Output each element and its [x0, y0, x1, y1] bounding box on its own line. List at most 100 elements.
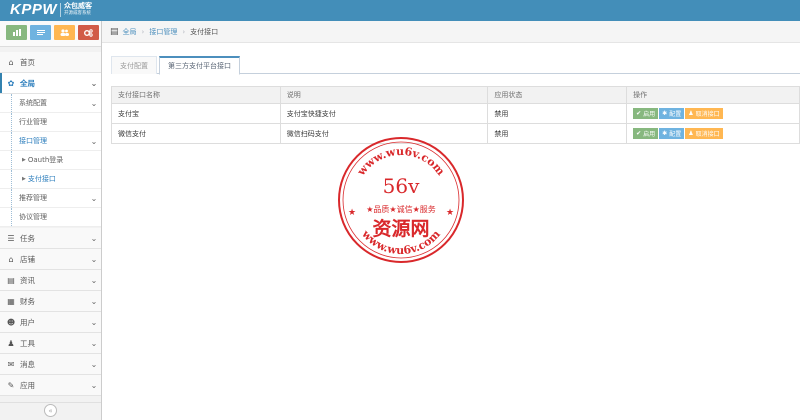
sidebar-subitem-label: 系统配置 [19, 99, 47, 107]
breadcrumb-home-link[interactable]: 全局 [123, 27, 137, 37]
users-icon [60, 29, 69, 36]
gear-icon: ✿ [7, 78, 15, 88]
caret-right-icon: ▶ [22, 176, 26, 182]
cell-status: 禁用 [487, 123, 628, 144]
check-icon: ✔ [636, 130, 642, 137]
column-header-desc: 说明 [279, 86, 489, 104]
star-icon: ★ [348, 208, 356, 218]
enable-label: 启用 [643, 111, 656, 118]
breadcrumb-separator-icon: › [141, 27, 145, 36]
sidebar-subitem-interface[interactable]: 接口管理 ⌄ [0, 132, 101, 151]
cell-ops: ✔ 启用 ✱ 配置 ♟ 取消接口 [626, 123, 800, 144]
sidebar-item-label: 资讯 [20, 275, 35, 285]
sidebar-subitem-industry[interactable]: 行业管理 [0, 113, 101, 132]
double-chevron-left-icon: « [48, 406, 53, 415]
disable-label: 取消接口 [695, 131, 720, 138]
user-icon: ♟ [688, 130, 694, 137]
sidebar-subsubitem-payment[interactable]: ▶ 支付接口 [0, 170, 101, 189]
sidebar-item-apps[interactable]: ✎ 应用 ⌄ [0, 375, 101, 396]
sidebar-item-task[interactable]: ☰ 任务 ⌄ [0, 228, 101, 249]
sidebar-subitem-recommend[interactable]: 推荐管理 ⌄ [0, 189, 101, 208]
enable-button[interactable]: ✔ 启用 [633, 128, 659, 139]
brand-name: 众包威客 [64, 1, 92, 10]
column-header-ops: 操作 [626, 86, 800, 104]
chevron-down-icon: ⌄ [90, 359, 98, 369]
bar-chart-icon: ▦ [7, 296, 15, 306]
chevron-down-icon: ⌄ [90, 254, 98, 264]
star-icon: ★ [446, 208, 454, 218]
sidebar-subsubitem-oauth[interactable]: ▶ Oauth登录 [0, 151, 101, 170]
sidebar-item-global[interactable]: ✿ 全局 ⌄ [0, 73, 101, 94]
column-header-status: 应用状态 [487, 86, 628, 104]
sidebar-subsubitem-label: Oauth登录 [27, 156, 64, 164]
sidebar-item-label: 用户 [20, 317, 35, 327]
edit-shortcut-button[interactable] [30, 25, 51, 40]
sidebar-subitem-label: 推荐管理 [19, 194, 47, 202]
home-icon: ⌂ [8, 254, 14, 264]
cogs-icon [84, 28, 93, 37]
sidebar-collapse-bar: « [0, 402, 101, 417]
asterisk-icon: ✱ [662, 130, 668, 137]
sidebar-item-finance[interactable]: ▦ 财务 ⌄ [0, 291, 101, 312]
tab-payment-config[interactable]: 支付配置 [111, 56, 157, 74]
sidebar-subitem-agreement[interactable]: 协议管理 [0, 208, 101, 227]
cell-status: 禁用 [487, 103, 628, 124]
list-icon: ☰ [7, 233, 15, 243]
asterisk-icon: ✱ [662, 110, 668, 117]
users-icon: ☻ [6, 317, 16, 327]
settings-shortcut-button[interactable] [78, 25, 99, 40]
chevron-down-icon: ⌄ [90, 98, 98, 108]
logo-text: KPPW [10, 1, 57, 18]
sidebar-item-label: 工具 [20, 338, 35, 348]
user-icon: ♟ [7, 338, 15, 348]
sidebar-item-message[interactable]: ✉ 消息 ⌄ [0, 354, 101, 375]
sidebar-item-home[interactable]: ⌂ 首页 [0, 52, 101, 73]
cell-ops: ✔ 启用 ✱ 配置 ♟ 取消接口 [626, 103, 800, 124]
brand-logo[interactable]: KPPW 众包威客 开源威客系统 [10, 2, 92, 17]
sidebar-item-label: 消息 [20, 359, 35, 369]
tab-third-party-payment[interactable]: 第三方支付平台接口 [159, 56, 240, 75]
envelope-icon: ✉ [7, 359, 15, 369]
chevron-down-icon: ⌄ [90, 233, 98, 243]
chevron-down-icon: ⌄ [90, 275, 98, 285]
users-shortcut-button[interactable] [54, 25, 75, 40]
sidebar-item-news[interactable]: ▤ 资讯 ⌄ [0, 270, 101, 291]
cell-name: 微信支付 [111, 123, 281, 144]
stats-shortcut-button[interactable] [6, 25, 27, 40]
breadcrumb-current: 支付接口 [190, 27, 219, 36]
sidebar-subitem-label: 协议管理 [19, 213, 47, 221]
table-header-row: 支付接口名称 说明 应用状态 操作 [111, 86, 800, 104]
sidebar-item-label: 任务 [20, 233, 35, 243]
breadcrumb-separator-icon: › [182, 27, 186, 36]
caret-right-icon: ▶ [22, 157, 26, 163]
disable-interface-button[interactable]: ♟ 取消接口 [685, 128, 723, 139]
user-icon: ♟ [688, 110, 694, 117]
breadcrumb-interface-link[interactable]: 接口管理 [149, 27, 177, 37]
sidebar: ⌂ 首页 ✿ 全局 ⌄ 系统配置 ⌄ 行业管理 接口管理 ⌄ ▶ Oauth登录… [0, 21, 102, 420]
sidebar-item-shop[interactable]: ⌂ 店铺 ⌄ [0, 249, 101, 270]
table-row: 支付宝 支付宝快捷支付 禁用 ✔ 启用 ✱ 配置 ♟ 取消接口 [111, 103, 800, 124]
sidebar-subitem-label: 行业管理 [19, 118, 47, 126]
config-button[interactable]: ✱ 配置 [659, 108, 685, 119]
sidebar-item-user[interactable]: ☻ 用户 ⌄ [0, 312, 101, 333]
top-navbar: KPPW 众包威客 开源威客系统 [0, 0, 800, 21]
cell-desc: 支付宝快捷支付 [279, 103, 489, 124]
chevron-down-icon: ⌄ [90, 380, 98, 390]
chevron-down-icon: ⌄ [90, 317, 98, 327]
document-icon: ▤ [7, 275, 15, 285]
check-icon: ✔ [636, 110, 642, 117]
enable-button[interactable]: ✔ 启用 [633, 108, 659, 119]
watermark-stamp: www.wu6v.com www.wu6v.com 56v ★品质★诚信★服务 … [338, 137, 464, 263]
disable-label: 取消接口 [695, 111, 720, 118]
collapse-sidebar-button[interactable]: « [44, 404, 57, 417]
edit-icon: ✎ [7, 380, 15, 390]
watermark-slogan: ★品质★诚信★服务 [366, 204, 436, 214]
config-button[interactable]: ✱ 配置 [659, 128, 685, 139]
sidebar-item-tools[interactable]: ♟ 工具 ⌄ [0, 333, 101, 354]
sidebar-subitem-system-config[interactable]: 系统配置 ⌄ [0, 94, 101, 113]
disable-interface-button[interactable]: ♟ 取消接口 [685, 108, 723, 119]
sidebar-item-label: 财务 [20, 296, 35, 306]
chevron-down-icon: ⌄ [90, 136, 98, 146]
sidebar-item-label: 应用 [20, 380, 35, 390]
breadcrumb: ▤ 全局 › 接口管理 › 支付接口 [102, 21, 800, 43]
